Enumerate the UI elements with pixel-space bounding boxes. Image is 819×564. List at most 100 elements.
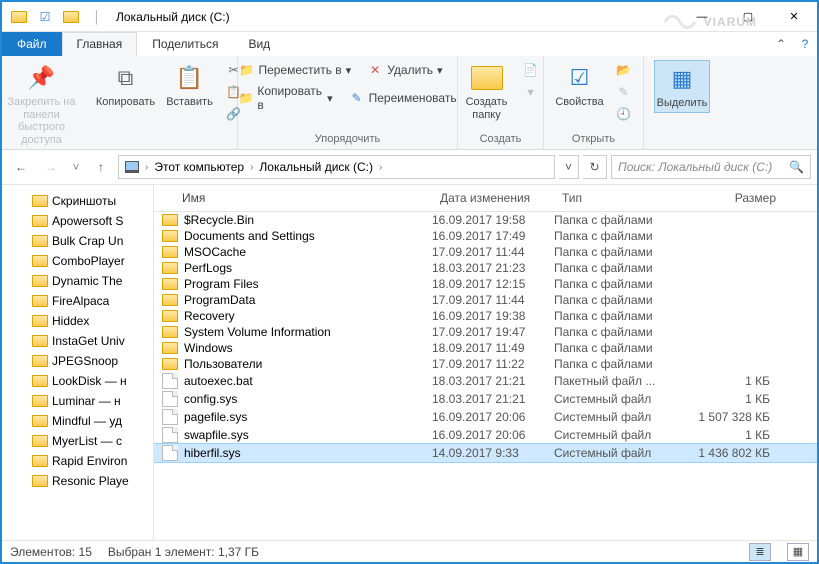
- up-button[interactable]: ↑: [88, 154, 114, 180]
- qat-properties-icon[interactable]: ☑: [34, 6, 56, 28]
- file-row[interactable]: MSOCache17.09.2017 11:44Папка с файлами: [154, 244, 817, 260]
- qat-folder-icon[interactable]: [8, 6, 30, 28]
- folder-icon: [162, 214, 178, 226]
- help-icon[interactable]: ?: [793, 32, 817, 56]
- maximize-button[interactable]: ▢: [725, 2, 771, 32]
- breadcrumb-sep[interactable]: ›: [143, 162, 150, 173]
- file-name: Пользователи: [184, 357, 262, 371]
- search-box[interactable]: Поиск: Локальный диск (C:) 🔍: [611, 155, 811, 179]
- tree-item[interactable]: Скриншоты: [2, 191, 153, 211]
- col-size[interactable]: Размер: [690, 185, 784, 211]
- open-button[interactable]: 📂: [612, 60, 636, 80]
- tree-item[interactable]: Rapid Environ: [2, 451, 153, 471]
- tree-item[interactable]: Hiddex: [2, 311, 153, 331]
- copy-button[interactable]: ⧉ Копировать: [94, 60, 158, 111]
- file-row[interactable]: ProgramData17.09.2017 11:44Папка с файла…: [154, 292, 817, 308]
- file-row[interactable]: hiberfil.sys14.09.2017 9:33Системный фай…: [154, 444, 817, 462]
- history-button[interactable]: 🕘: [612, 104, 636, 124]
- folder-icon: [162, 246, 178, 258]
- file-row[interactable]: Windows18.09.2017 11:49Папка с файлами: [154, 340, 817, 356]
- file-row[interactable]: Documents and Settings16.09.2017 17:49Па…: [154, 228, 817, 244]
- file-row[interactable]: autoexec.bat18.03.2017 21:21Пакетный фай…: [154, 372, 817, 390]
- breadcrumb-root-icon[interactable]: [123, 159, 141, 175]
- file-type: Системный файл: [554, 446, 690, 460]
- pin-button[interactable]: 📌 Закрепить на панели быстрого доступа: [0, 60, 90, 149]
- file-row[interactable]: Пользователи17.09.2017 11:22Папка с файл…: [154, 356, 817, 372]
- select-button[interactable]: ▦ Выделить: [654, 60, 710, 113]
- group-organize: 📁Переместить в ▾ ✕Удалить ▾ 📁Копировать …: [238, 56, 458, 149]
- navigation-tree[interactable]: СкриншотыApowersoft SBulk Crap UnComboPl…: [2, 185, 154, 540]
- file-row[interactable]: Recovery16.09.2017 19:38Папка с файлами: [154, 308, 817, 324]
- tab-share[interactable]: Поделиться: [137, 32, 233, 56]
- tree-item[interactable]: Resonic Playe: [2, 471, 153, 491]
- tree-item[interactable]: Bulk Crap Un: [2, 231, 153, 251]
- details-view-button[interactable]: ≣: [749, 543, 771, 561]
- breadcrumb-sep[interactable]: ›: [377, 162, 384, 173]
- folder-icon: [162, 278, 178, 290]
- folder-icon: [32, 415, 48, 427]
- move-to-button[interactable]: 📁Переместить в ▾: [234, 60, 355, 80]
- file-row[interactable]: PerfLogs18.03.2017 21:23Папка с файлами: [154, 260, 817, 276]
- tree-item[interactable]: FireAlpaca: [2, 291, 153, 311]
- address-breadcrumb[interactable]: › Этот компьютер › Локальный диск (C:) ›: [118, 155, 555, 179]
- tab-file[interactable]: Файл: [2, 32, 62, 56]
- breadcrumb-drive-c[interactable]: Локальный диск (C:): [257, 158, 375, 176]
- breadcrumb-sep[interactable]: ›: [248, 162, 255, 173]
- rename-icon: ✎: [349, 90, 365, 106]
- close-button[interactable]: ✕: [771, 2, 817, 32]
- file-row[interactable]: swapfile.sys16.09.2017 20:06Системный фа…: [154, 426, 817, 444]
- address-dropdown[interactable]: ˅: [559, 155, 579, 179]
- back-button[interactable]: ←: [8, 154, 34, 180]
- file-type: Пакетный файл ...: [554, 374, 690, 388]
- tree-item[interactable]: LookDisk — н: [2, 371, 153, 391]
- folder-icon: [162, 342, 178, 354]
- file-type: Папка с файлами: [554, 277, 690, 291]
- group-new: Создать папку 📄 ▾ Создать: [458, 56, 544, 149]
- new-folder-button[interactable]: Создать папку: [459, 60, 515, 123]
- copy-to-button[interactable]: 📁Копировать в ▾: [234, 82, 336, 114]
- tab-view[interactable]: Вид: [233, 32, 285, 56]
- easy-access-button[interactable]: ▾: [519, 82, 543, 102]
- col-date[interactable]: Дата изменения: [432, 185, 554, 211]
- file-row[interactable]: pagefile.sys16.09.2017 20:06Системный фа…: [154, 408, 817, 426]
- file-row[interactable]: config.sys18.03.2017 21:21Системный файл…: [154, 390, 817, 408]
- tree-item-label: FireAlpaca: [52, 294, 109, 308]
- paste-button[interactable]: 📋 Вставить: [162, 60, 218, 111]
- new-item-icon: 📄: [523, 62, 539, 78]
- file-date: 18.09.2017 11:49: [432, 341, 554, 355]
- col-name[interactable]: Имя: [154, 185, 432, 211]
- tree-item[interactable]: JPEGSnoop: [2, 351, 153, 371]
- breadcrumb-this-pc[interactable]: Этот компьютер: [152, 158, 246, 176]
- recent-button[interactable]: ˅: [68, 154, 84, 180]
- col-type[interactable]: Тип: [554, 185, 690, 211]
- qat-open-icon[interactable]: [60, 6, 82, 28]
- tree-item[interactable]: ComboPlayer: [2, 251, 153, 271]
- ribbon-collapse-icon[interactable]: ⌃: [769, 32, 793, 56]
- minimize-button[interactable]: —: [679, 2, 725, 32]
- file-row[interactable]: System Volume Information17.09.2017 19:4…: [154, 324, 817, 340]
- folder-icon: [162, 326, 178, 338]
- file-row[interactable]: $Recycle.Bin16.09.2017 19:58Папка с файл…: [154, 212, 817, 228]
- file-name: Program Files: [184, 277, 259, 291]
- refresh-button[interactable]: ↻: [583, 155, 607, 179]
- forward-button[interactable]: →: [38, 154, 64, 180]
- tree-item[interactable]: Apowersoft S: [2, 211, 153, 231]
- group-select: ▦ Выделить: [644, 56, 720, 149]
- file-rows[interactable]: $Recycle.Bin16.09.2017 19:58Папка с файл…: [154, 212, 817, 540]
- file-size: 1 КБ: [690, 374, 784, 388]
- file-type: Папка с файлами: [554, 213, 690, 227]
- edit-button[interactable]: ✎: [612, 82, 636, 102]
- rename-button[interactable]: ✎Переименовать: [345, 82, 461, 114]
- delete-button[interactable]: ✕Удалить ▾: [363, 60, 446, 80]
- properties-button[interactable]: ☑ Свойства: [552, 60, 608, 111]
- new-item-button[interactable]: 📄: [519, 60, 543, 80]
- tree-item[interactable]: Dynamic The: [2, 271, 153, 291]
- icons-view-button[interactable]: ▦: [787, 543, 809, 561]
- file-icon: [162, 391, 178, 407]
- tree-item[interactable]: Luminar — н: [2, 391, 153, 411]
- tree-item[interactable]: MyerList — с: [2, 431, 153, 451]
- file-row[interactable]: Program Files18.09.2017 12:15Папка с фай…: [154, 276, 817, 292]
- tree-item[interactable]: Mindful — уд: [2, 411, 153, 431]
- tree-item[interactable]: InstaGet Univ: [2, 331, 153, 351]
- tab-home[interactable]: Главная: [62, 32, 138, 56]
